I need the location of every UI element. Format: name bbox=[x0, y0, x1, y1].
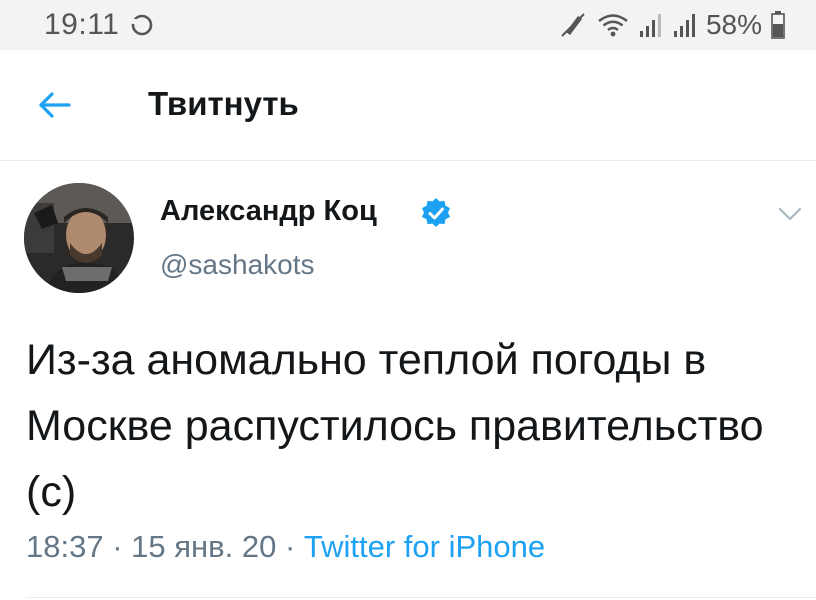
no-sim-icon bbox=[561, 13, 585, 37]
tweet-source-link[interactable]: Twitter for iPhone bbox=[304, 529, 545, 564]
app-header: Твитнуть bbox=[0, 50, 816, 161]
tweet-meta: 18:37 · 15 янв. 20 · Twitter for iPhone bbox=[26, 529, 545, 565]
author-name[interactable]: Александр Коц bbox=[160, 195, 377, 228]
meta-separator: · bbox=[103, 529, 132, 564]
arrow-left-icon bbox=[39, 92, 71, 118]
tweet-date: 15 янв. 20 bbox=[131, 529, 277, 564]
battery-percentage: 58% bbox=[705, 9, 762, 40]
sync-icon bbox=[131, 14, 153, 36]
verified-badge-icon bbox=[422, 197, 450, 228]
tweet-text: Из-за аномально теплой погоды в Москве р… bbox=[26, 336, 764, 516]
status-time: 19:11 bbox=[44, 8, 120, 41]
tweet-time: 18:37 bbox=[26, 529, 104, 564]
tweet: Александр Коц @sashakots Из-за аномально… bbox=[0, 161, 816, 600]
status-bar: 19:11 58% bbox=[0, 0, 816, 50]
signal-icon bbox=[673, 14, 695, 37]
wifi-icon bbox=[598, 14, 628, 37]
author-handle[interactable]: @sashakots bbox=[160, 249, 315, 281]
page-title: Твитнуть bbox=[148, 85, 299, 122]
status-icons: 58% bbox=[558, 8, 786, 42]
meta-separator: · bbox=[276, 529, 304, 564]
back-button[interactable] bbox=[32, 82, 78, 128]
signal-icon bbox=[639, 14, 661, 37]
divider bbox=[26, 597, 816, 598]
battery-icon bbox=[771, 11, 785, 39]
avatar[interactable] bbox=[24, 183, 134, 293]
chevron-down-icon[interactable] bbox=[772, 199, 808, 229]
